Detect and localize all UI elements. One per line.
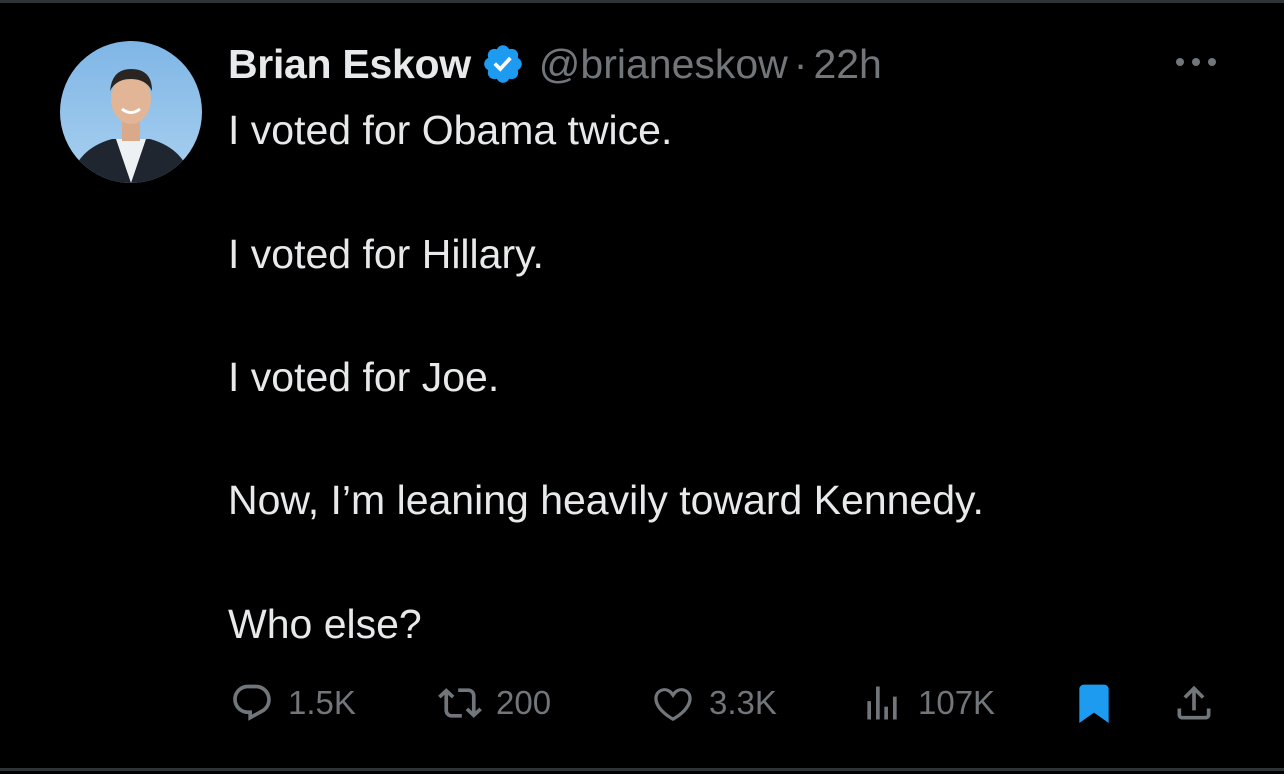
like-button[interactable]: 3.3K	[651, 678, 777, 728]
tweet-header: Brian Eskow @brianeskow · 22h	[228, 38, 882, 90]
author-handle[interactable]: @brianeskow	[539, 41, 788, 88]
tweet-text-line: Who else?	[228, 601, 422, 647]
bottom-divider	[0, 768, 1284, 771]
reply-count: 1.5K	[288, 684, 356, 721]
reply-icon	[230, 681, 274, 725]
tweet-text-line: I voted for Hillary.	[228, 231, 544, 277]
bookmark-button[interactable]	[1072, 678, 1116, 728]
tweet-text-line: I voted for Obama twice.	[228, 107, 673, 153]
repost-count: 200	[496, 684, 552, 721]
bookmark-icon	[1072, 681, 1116, 725]
repost-button[interactable]: 200	[438, 678, 551, 728]
more-options-icon[interactable]	[1170, 50, 1222, 74]
view-count: 107K	[918, 684, 996, 721]
share-button[interactable]	[1172, 678, 1216, 728]
views-chart-icon	[860, 681, 904, 725]
like-count: 3.3K	[709, 684, 777, 721]
separator-dot: ·	[793, 40, 808, 87]
views-button[interactable]: 107K	[860, 678, 995, 728]
action-bar: 1.5K 200 3.3K 107K	[0, 678, 1284, 728]
heart-icon	[651, 681, 695, 725]
top-divider	[0, 0, 1284, 3]
avatar[interactable]	[60, 41, 202, 183]
tweet-text-line: Now, I’m leaning heavily toward Kennedy.	[228, 477, 984, 523]
verified-badge-icon[interactable]	[481, 42, 525, 86]
tweet-text-line: I voted for Joe.	[228, 354, 500, 400]
repost-icon	[438, 681, 482, 725]
author-name[interactable]: Brian Eskow	[228, 41, 471, 88]
share-icon	[1172, 681, 1216, 725]
reply-button[interactable]: 1.5K	[230, 678, 356, 728]
timestamp[interactable]: 22h	[813, 41, 881, 88]
